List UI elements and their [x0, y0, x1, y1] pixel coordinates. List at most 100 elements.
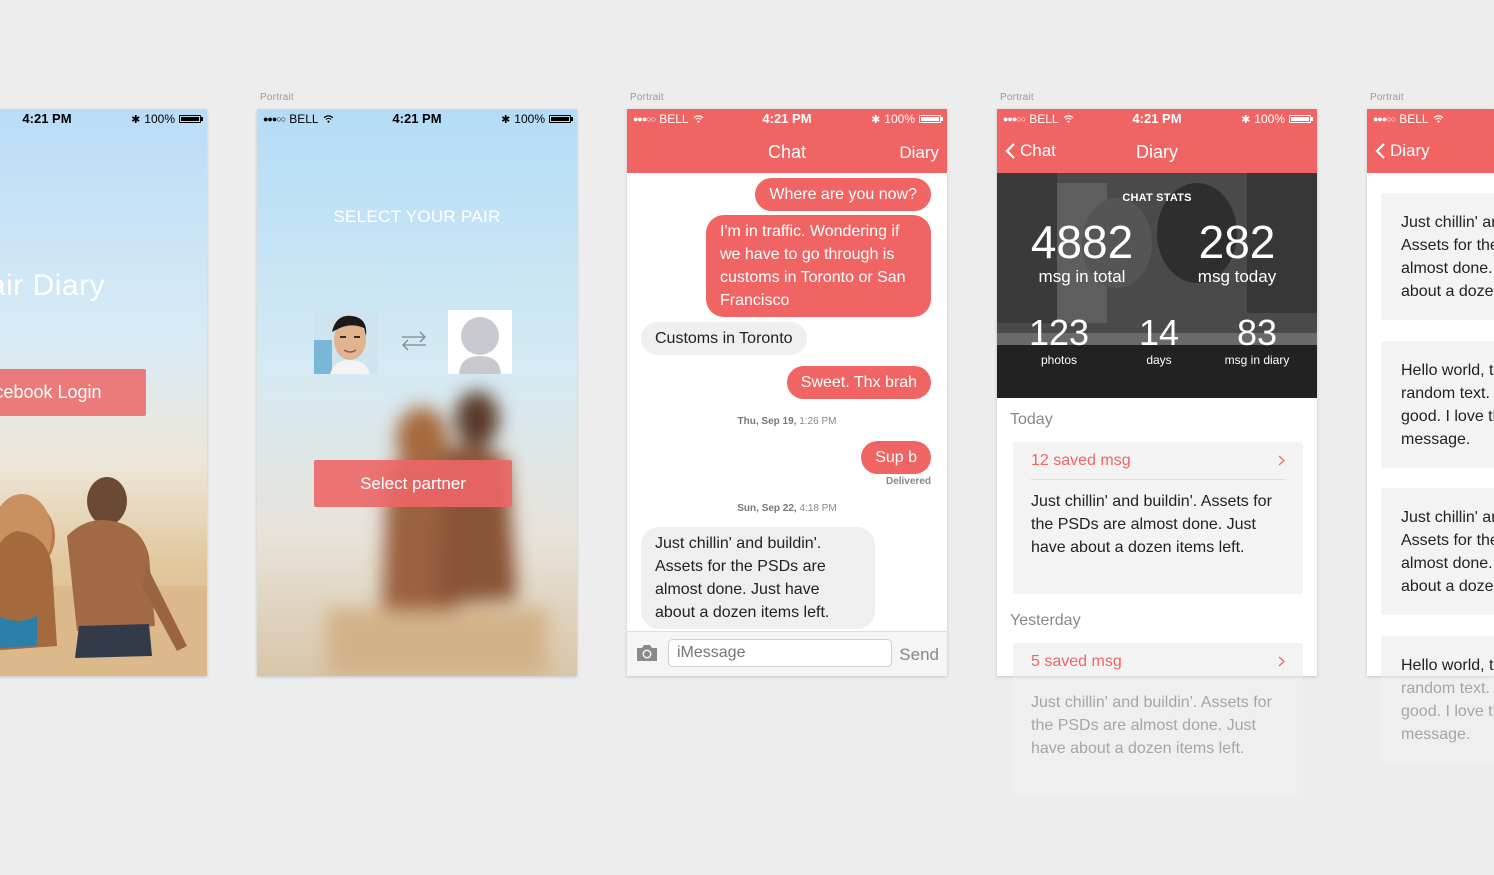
diary-nav-link[interactable]: Diary	[899, 143, 939, 163]
diary-card-text: Just chillin' and buildin'. Assets for t…	[1031, 694, 1272, 757]
stat-today-value: 282	[1198, 216, 1276, 268]
diary-card-overflow: Just chillin' and buildin'. Assets for t…	[1013, 676, 1303, 794]
stat-days-value: 14	[1138, 312, 1180, 353]
delivered-status: Delivered	[885, 476, 931, 487]
stat-days: 14 days	[1119, 312, 1199, 368]
stat-today-label: msg today	[1197, 267, 1277, 286]
stat-total: 4882 msg in total	[1017, 217, 1147, 287]
diary-title: Diary	[1135, 142, 1178, 162]
stat-diary: 83 msg in diary	[1212, 312, 1302, 368]
artboard-label: Portrait	[1000, 92, 1034, 103]
diary-note-text: Just chillin' and buildin'. Assets for t…	[1401, 509, 1494, 595]
user-photo	[314, 310, 378, 374]
bluetooth-icon: ✱	[501, 113, 511, 126]
chevron-left-icon	[1375, 143, 1385, 159]
status-battery: ✱ 100%	[871, 112, 943, 126]
timestamp-time: 1:26 PM	[799, 416, 837, 427]
chat-nav-bar: ●●●○○ BELL 4:21 PM ✱ 100% Chat Diary	[627, 109, 947, 173]
status-bar: ●●●○○ BELL	[1367, 109, 1494, 129]
battery-percent: 100%	[1254, 112, 1285, 126]
facebook-login-button[interactable]: cebook Login	[0, 369, 146, 416]
stat-photos: 123 photos	[1019, 312, 1099, 368]
camera-icon[interactable]	[635, 644, 659, 662]
status-battery: ✱ 100%	[1241, 112, 1313, 126]
status-bar: ●●●○○ BELL 4:21 PM ✱ 100%	[627, 109, 947, 129]
diary-card-text: Just chillin' and buildin'. Assets for t…	[1031, 493, 1272, 556]
diary-detail-nav-bar: ●●●○○ BELL Diary	[1367, 109, 1494, 173]
diary-card-header[interactable]: 5 saved msg	[1031, 643, 1285, 676]
timestamp-day: Thu, Sep 19,	[737, 416, 797, 427]
chat-stats-title: CHAT STATS	[1122, 192, 1192, 204]
message-input[interactable]	[668, 639, 892, 667]
person-placeholder-icon	[448, 310, 512, 374]
status-battery: ✱ 100%	[131, 112, 203, 126]
chevron-right-icon	[1278, 455, 1285, 466]
back-label: Diary	[1390, 141, 1430, 160]
saved-msg-count: 12 saved msg	[1031, 451, 1131, 469]
section-heading-today: Today	[1010, 411, 1053, 428]
message-bubble-outgoing: Sweet. Thx brah	[786, 366, 931, 399]
artboard-label: Portrait	[1370, 92, 1404, 103]
diary-screen-viewport: ●●●○○ BELL 4:21 PM ✱ 100% Chat Diary CHA…	[997, 109, 1317, 676]
message-bubble-incoming: Just chillin' and buildin'. Assets for t…	[641, 527, 875, 629]
message-bubble-outgoing: Where are you now?	[755, 178, 931, 211]
stat-days-label: days	[1146, 353, 1172, 367]
message-input-bar: Send	[627, 631, 947, 676]
select-partner-button[interactable]: Select partner	[314, 460, 512, 507]
diary-note-card[interactable]: Just chillin' and buildin'. Assets for t…	[1381, 488, 1494, 615]
diary-note-text: Hello world, this is some random text. I…	[1401, 680, 1494, 743]
status-bar: 4:21 PM ✱ 100%	[0, 109, 207, 129]
battery-icon	[919, 115, 943, 123]
diary-note-text: Hello world, this is some random text. I…	[1401, 362, 1494, 448]
chat-screen: ●●●○○ BELL 4:21 PM ✱ 100% Chat Diary Whe…	[627, 109, 947, 676]
diary-note-text: Just chillin' and buildin'. Assets for t…	[1401, 214, 1494, 300]
carrier-name: BELL	[1399, 112, 1429, 126]
status-bar: ●●●○○ BELL 4:21 PM ✱ 100%	[257, 109, 577, 129]
battery-icon	[1289, 115, 1313, 123]
select-pair-title: SELECT YOUR PAIR	[333, 207, 501, 226]
stat-photos-value: 123	[1028, 312, 1090, 353]
diary-note-card[interactable]: Just chillin' and buildin'. Assets for t…	[1381, 193, 1494, 320]
message-bubble-outgoing: I'm in traffic. Wondering if we have to …	[706, 215, 931, 317]
stat-diary-value: 83	[1236, 312, 1278, 353]
diary-note-card[interactable]: Hello world, this is some random text. I…	[1381, 341, 1494, 468]
login-screen: 4:21 PM ✱ 100% air Diary cebook Login	[0, 109, 207, 676]
stat-photos-label: photos	[1040, 353, 1078, 367]
battery-icon	[179, 115, 203, 123]
timestamp-time: 4:18 PM	[799, 503, 837, 514]
diary-card-header[interactable]: 12 saved msg	[1031, 442, 1285, 480]
design-canvas: Portrait Portrait Portrait Portrait 4:21…	[0, 0, 1494, 875]
back-to-diary-button[interactable]: Diary	[1375, 141, 1430, 161]
diary-note-overflow: Hello world, this is some random text. I…	[1381, 676, 1494, 762]
battery-percent: 100%	[884, 112, 915, 126]
diary-card[interactable]: 12 saved msg Just chillin' and buildin'.…	[1013, 442, 1303, 594]
diary-detail-screen: ●●●○○ BELL Diary Just chillin' and build…	[1367, 109, 1494, 762]
stat-total-value: 4882	[1030, 216, 1134, 268]
artboard-label: Portrait	[630, 92, 664, 103]
status-bar: ●●●○○ BELL 4:21 PM ✱ 100%	[997, 109, 1317, 129]
stat-today: 282 msg today	[1172, 217, 1302, 287]
couple-photo	[0, 477, 207, 676]
message-timestamp: Thu, Sep 19, 1:26 PM	[627, 416, 947, 427]
battery-percent: 100%	[514, 112, 545, 126]
diary-note-card[interactable]: Hello world, this is some random text. I…	[1381, 636, 1494, 676]
diary-detail-viewport: ●●●○○ BELL Diary Just chillin' and build…	[1367, 109, 1494, 676]
select-pair-screen: ●●●○○ BELL 4:21 PM ✱ 100% SELECT YOUR PA…	[257, 109, 577, 676]
diary-card[interactable]: 5 saved msg	[1013, 643, 1303, 676]
status-battery: ✱ 100%	[501, 112, 573, 126]
send-button[interactable]: Send	[899, 645, 939, 665]
wifi-icon	[1433, 115, 1443, 123]
bluetooth-icon: ✱	[131, 113, 141, 126]
partner-avatar-placeholder[interactable]	[448, 310, 512, 374]
bluetooth-icon: ✱	[871, 113, 881, 126]
message-bubble-incoming: Customs in Toronto	[641, 322, 807, 355]
section-heading-yesterday: Yesterday	[1010, 612, 1081, 629]
diary-screen: ●●●○○ BELL 4:21 PM ✱ 100% Chat Diary CHA…	[997, 109, 1317, 794]
artboard-label: Portrait	[260, 92, 294, 103]
message-timestamp: Sun, Sep 22, 4:18 PM	[627, 503, 947, 514]
diary-note-text: Hello world, this is some random text. I…	[1401, 657, 1494, 674]
blurred-couple-photo	[327, 391, 547, 676]
status-carrier: ●●●○○ BELL	[1373, 112, 1444, 126]
diary-nav-bar: ●●●○○ BELL 4:21 PM ✱ 100% Chat Diary	[997, 109, 1317, 173]
user-avatar[interactable]	[314, 310, 378, 374]
